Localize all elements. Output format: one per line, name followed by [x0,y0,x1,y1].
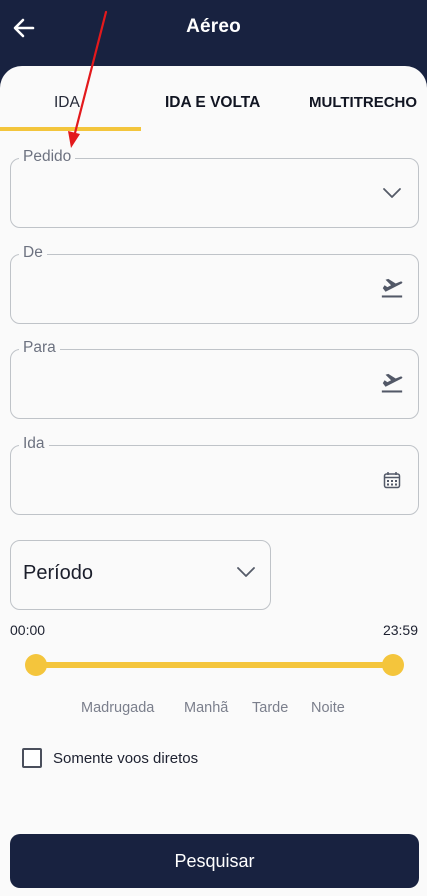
period-label-tarde: Tarde [252,700,289,716]
airplane-departure-icon [380,372,404,396]
tab-ida-e-volta[interactable]: IDA E VOLTA [165,94,260,112]
app-header: Aéreo [0,0,427,72]
page-title: Aéreo [186,16,241,37]
period-label-noite: Noite [311,700,345,716]
periodo-label: Período [23,562,94,584]
origin-label: De [19,244,47,262]
periodo-dropdown[interactable]: Período [10,540,271,610]
time-range-start: 00:00 [10,622,46,638]
destination-label: Para [19,339,60,357]
active-tab-indicator [0,127,141,131]
airplane-departure-icon [380,277,404,301]
tab-multitrecho[interactable]: MULTITRECHO [309,94,417,111]
period-label-madrugada: Madrugada [81,700,155,716]
pedido-label: Pedido [19,148,76,166]
calendar-icon[interactable] [380,468,404,492]
chevron-down-icon [380,181,404,205]
destination-field[interactable]: Para [10,339,419,419]
time-range-end-handle[interactable] [382,654,404,676]
direct-flights-checkbox[interactable] [22,748,42,768]
tab-ida[interactable]: IDA [54,94,80,112]
time-range-slider-track[interactable] [36,662,393,668]
chevron-down-icon [236,565,256,583]
pedido-select[interactable]: Pedido [10,148,419,228]
trip-type-tabs: IDA IDA E VOLTA MULTITRECHO [0,66,427,132]
departure-date-label: Ida [19,435,49,453]
time-range-start-handle[interactable] [25,654,47,676]
period-label-manha: Manhã [184,700,229,716]
search-form-sheet: IDA IDA E VOLTA MULTITRECHO Pedido De Pa… [0,66,427,896]
search-button[interactable]: Pesquisar [10,834,419,888]
direct-flights-option[interactable]: Somente voos diretos [22,748,198,768]
time-range-end: 23:59 [382,622,418,638]
departure-date-field[interactable]: Ida [10,435,419,515]
direct-flights-label: Somente voos diretos [53,749,199,767]
origin-field[interactable]: De [10,244,419,324]
